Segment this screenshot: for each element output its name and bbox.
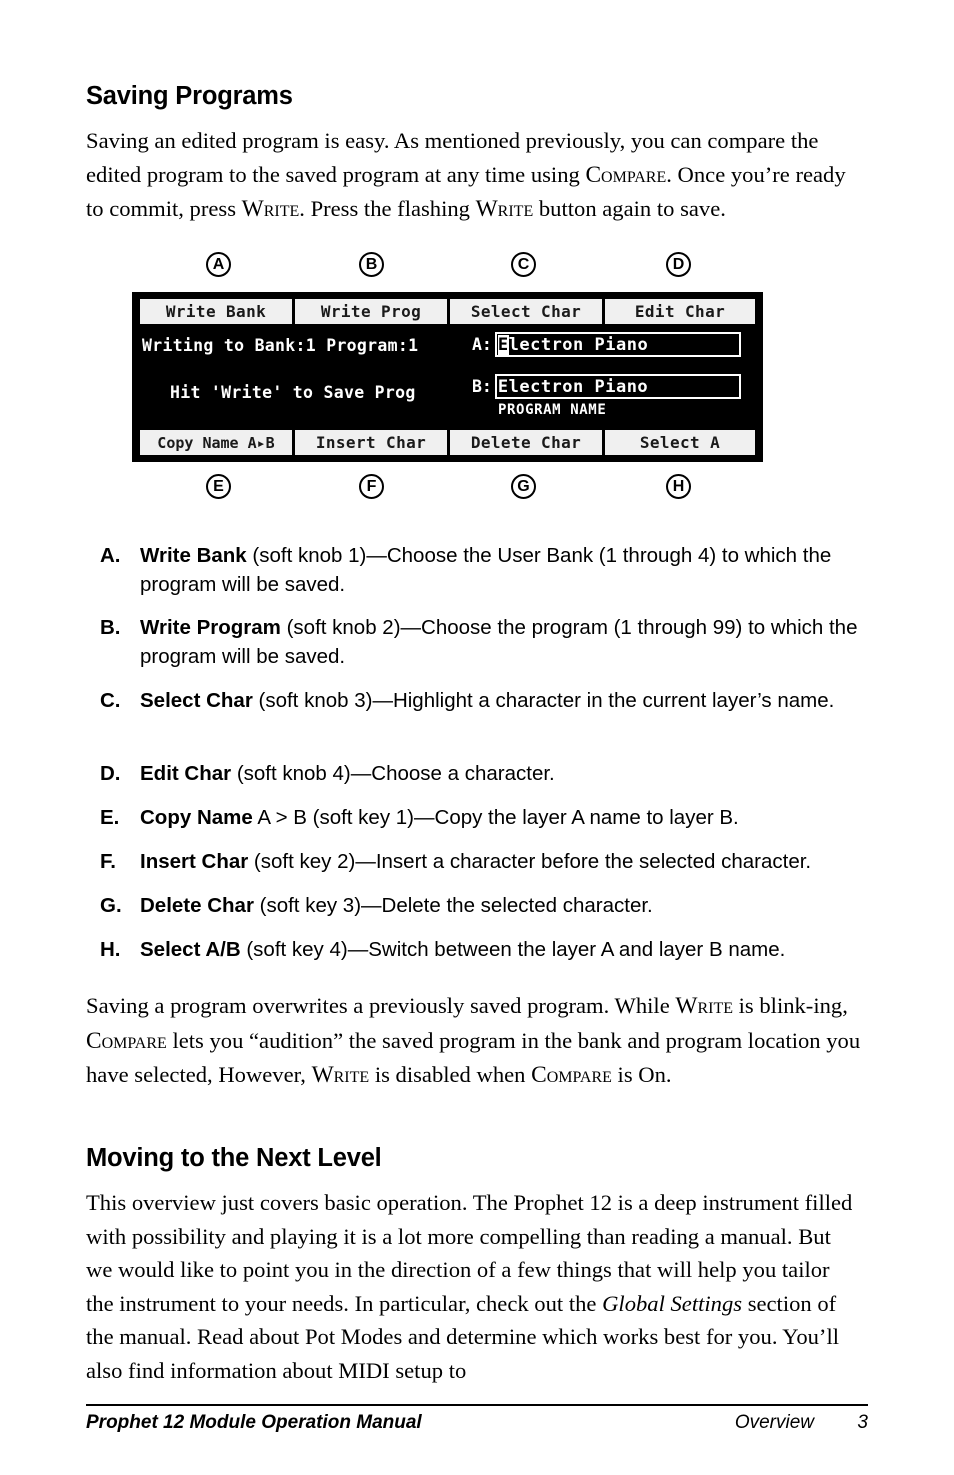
page-title-moving-next-level: Moving to the Next Level bbox=[86, 1144, 382, 1172]
list-item-g: G. Delete Char (soft key 3)—Delete the s… bbox=[100, 892, 865, 921]
lcd-status-hit-write: Hit 'Write' to Save Prog bbox=[170, 383, 416, 402]
callout-e: E bbox=[206, 474, 231, 499]
compare-smallcaps-1: Compare bbox=[585, 161, 667, 188]
list-desc-h: (soft key 4)—Switch between the layer A … bbox=[240, 938, 786, 961]
write-smallcaps-4: Write bbox=[311, 1062, 370, 1088]
softbtn-delete-char[interactable]: Delete Char bbox=[450, 430, 602, 455]
list-marker-a: A. bbox=[100, 544, 121, 567]
list-item-a: A. Write Bank (soft knob 1)—Choose the U… bbox=[100, 542, 870, 599]
closing-text-4: is disabled when bbox=[369, 1062, 532, 1087]
page-title-saving-programs: Saving Programs bbox=[86, 82, 293, 110]
softbtn-select-a[interactable]: Select A bbox=[605, 430, 755, 455]
closing-text-2: is blink-ing, bbox=[733, 993, 848, 1018]
layer-b-label: B: bbox=[472, 377, 492, 396]
list-body-c: Select Char (soft knob 3)—Highlight a ch… bbox=[140, 687, 865, 716]
softbtn-edit-char[interactable]: Edit Char bbox=[605, 299, 755, 324]
list-term-d: Edit Char bbox=[140, 762, 232, 785]
closing-paragraph: Saving a program overwrites a previously… bbox=[86, 989, 872, 1093]
list-marker-g: G. bbox=[100, 894, 122, 917]
list-body-g: Delete Char (soft key 3)—Delete the sele… bbox=[140, 892, 865, 921]
layer-b-name-text: Electron Piano bbox=[497, 376, 649, 397]
footer-page-number: 3 bbox=[857, 1412, 868, 1433]
layer-a-name-field[interactable]: Electron Piano bbox=[494, 332, 741, 357]
list-desc-g: (soft key 3)—Delete the selected charact… bbox=[253, 894, 653, 917]
footer-divider bbox=[86, 1404, 868, 1406]
list-body-a: Write Bank (soft knob 1)—Choose the User… bbox=[140, 542, 870, 599]
layer-a-label: A: bbox=[472, 335, 492, 354]
list-term-a: Write Bank bbox=[140, 544, 247, 567]
softbtn-select-char[interactable]: Select Char bbox=[450, 299, 602, 324]
callout-b: B bbox=[359, 252, 384, 277]
next-level-paragraph: This overview just covers basic operatio… bbox=[86, 1186, 856, 1387]
list-body-f: Insert Char (soft key 2)—Insert a charac… bbox=[140, 848, 870, 877]
closing-text-5: is On. bbox=[611, 1062, 672, 1087]
closing-text-1: Saving a program overwrites a previously… bbox=[86, 993, 676, 1018]
list-item-d: D. Edit Char (soft knob 4)—Choose a char… bbox=[100, 760, 865, 789]
layer-a-name-row: A: Electron Piano bbox=[472, 332, 741, 357]
intro-paragraph: Saving an edited program is easy. As men… bbox=[86, 124, 868, 227]
softbtn-copy-name-a-to-b[interactable]: Copy Name A▸B bbox=[140, 430, 292, 455]
list-term-e: Copy Name bbox=[140, 806, 253, 829]
manual-page: Saving Programs Saving an edited program… bbox=[0, 0, 954, 1475]
list-body-e: Copy Name A > B (soft key 1)—Copy the la… bbox=[140, 804, 865, 833]
footer-manual-title: Prophet 12 Module Operation Manual bbox=[86, 1412, 422, 1433]
list-desc-c: (soft knob 3)—Highlight a character in t… bbox=[252, 689, 835, 712]
layer-b-name-field[interactable]: Electron Piano bbox=[494, 374, 741, 399]
program-name-caption: PROGRAM NAME bbox=[498, 402, 607, 418]
layer-a-name-remainder: lectron Piano bbox=[508, 334, 649, 355]
list-marker-c: C. bbox=[100, 689, 121, 712]
layer-b-name-row: B: Electron Piano bbox=[472, 374, 741, 399]
softbtn-write-bank[interactable]: Write Bank bbox=[140, 299, 292, 324]
callout-f: F bbox=[359, 474, 384, 499]
list-item-h: H. Select A/B (soft key 4)—Switch betwee… bbox=[100, 936, 865, 965]
list-body-d: Edit Char (soft knob 4)—Choose a charact… bbox=[140, 760, 865, 789]
callout-h: H bbox=[666, 474, 691, 499]
lcd-soft-button-row-top: Write Bank Write Prog Select Char Edit C… bbox=[140, 299, 755, 324]
list-desc-d: (soft knob 4)—Choose a character. bbox=[231, 762, 555, 785]
layer-a-name-text: Electron Piano bbox=[497, 334, 649, 355]
list-item-e: E. Copy Name A > B (soft key 1)—Copy the… bbox=[100, 804, 865, 833]
list-term-h: Select A/B bbox=[140, 938, 241, 961]
list-term-f: Insert Char bbox=[140, 850, 249, 873]
list-marker-e: E. bbox=[100, 806, 120, 829]
compare-smallcaps-2: Compare bbox=[86, 1027, 167, 1054]
list-term-c: Select Char bbox=[140, 689, 253, 712]
list-marker-d: D. bbox=[100, 762, 121, 785]
footer-section-name: Overview bbox=[734, 1412, 814, 1433]
write-smallcaps-1: Write bbox=[241, 196, 300, 222]
callout-d: D bbox=[666, 252, 691, 277]
intro-text-3: . Press the flashing bbox=[299, 196, 476, 221]
callout-g: G bbox=[511, 474, 536, 499]
write-smallcaps-3: Write bbox=[675, 993, 733, 1019]
lcd-status-writing-to: Writing to Bank:1 Program:1 bbox=[142, 336, 419, 355]
softbtn-insert-char[interactable]: Insert Char bbox=[295, 430, 447, 455]
lcd-screen-figure: Write Bank Write Prog Select Char Edit C… bbox=[132, 292, 763, 462]
page-footer: Prophet 12 Module Operation Manual Overv… bbox=[86, 1412, 868, 1442]
list-desc-e: A > B (soft key 1)—Copy the layer A name… bbox=[252, 806, 739, 829]
write-smallcaps-2: Write bbox=[475, 196, 534, 222]
global-settings-italic: Global Settings bbox=[602, 1290, 743, 1316]
list-term-b: Write Program bbox=[140, 616, 281, 639]
list-marker-h: H. bbox=[100, 938, 121, 961]
list-marker-b: B. bbox=[100, 616, 121, 639]
list-marker-f: F. bbox=[100, 850, 116, 873]
list-item-b: B. Write Program (soft knob 2)—Choose th… bbox=[100, 614, 860, 671]
list-term-g: Delete Char bbox=[140, 894, 254, 917]
softbtn-write-prog[interactable]: Write Prog bbox=[295, 299, 447, 324]
compare-smallcaps-3: Compare bbox=[531, 1062, 612, 1088]
list-body-h: Select A/B (soft key 4)—Switch between t… bbox=[140, 936, 865, 965]
selected-character-highlight: E bbox=[497, 334, 509, 355]
list-desc-f: (soft key 2)—Insert a character before t… bbox=[248, 850, 812, 873]
callout-c: C bbox=[511, 252, 536, 277]
callout-a: A bbox=[206, 252, 231, 277]
lcd-soft-button-row-bottom: Copy Name A▸B Insert Char Delete Char Se… bbox=[140, 430, 755, 455]
list-body-b: Write Program (soft knob 2)—Choose the p… bbox=[140, 614, 860, 671]
list-item-f: F. Insert Char (soft key 2)—Insert a cha… bbox=[100, 848, 870, 877]
list-item-c: C. Select Char (soft knob 3)—Highlight a… bbox=[100, 687, 865, 716]
intro-text-4: button again to save. bbox=[533, 196, 726, 221]
